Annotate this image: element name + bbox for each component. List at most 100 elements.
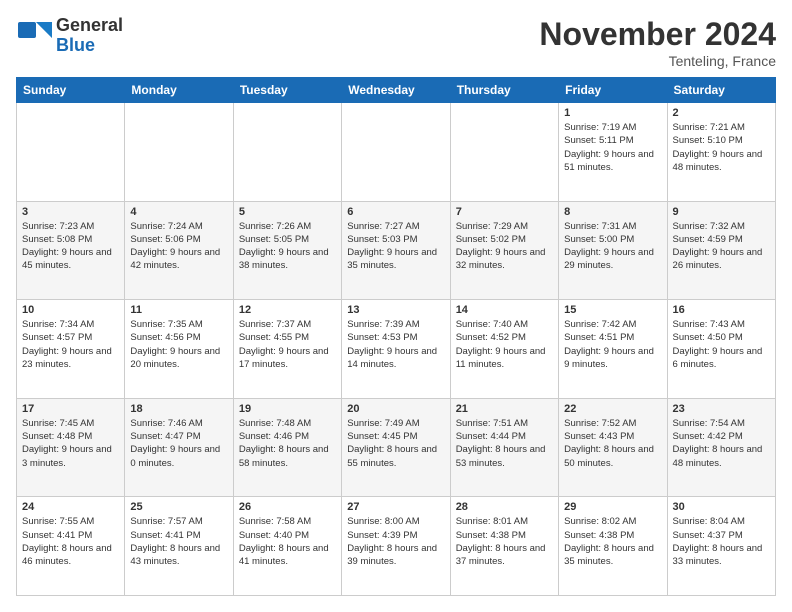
day-info: Sunrise: 7:43 AM Sunset: 4:50 PM Dayligh… — [673, 318, 770, 371]
calendar-cell — [125, 103, 233, 202]
calendar-cell: 15 Sunrise: 7:42 AM Sunset: 4:51 PM Dayli… — [559, 300, 667, 399]
logo-general-text: General — [56, 16, 123, 36]
day-info: Sunrise: 7:54 AM Sunset: 4:42 PM Dayligh… — [673, 417, 770, 470]
day-number: 23 — [673, 403, 770, 415]
calendar-cell: 1Sunrise: 7:19 AM Sunset: 5:11 PM Daylig… — [559, 103, 667, 202]
col-monday: Monday — [125, 78, 233, 103]
logo-icon — [16, 18, 52, 54]
calendar-cell: 12Sunrise: 7:37 AM Sunset: 4:55 PM Dayli… — [233, 300, 341, 399]
logo-text: General Blue — [56, 16, 123, 56]
calendar-cell: 2 Sunrise: 7:21 AM Sunset: 5:10 PM Daylig… — [667, 103, 775, 202]
calendar-header-row: Sunday Monday Tuesday Wednesday Thursday… — [17, 78, 776, 103]
month-title: November 2024 — [539, 16, 776, 53]
col-saturday: Saturday — [667, 78, 775, 103]
day-info: Sunrise: 7:49 AM Sunset: 4:45 PM Dayligh… — [347, 417, 444, 470]
day-number: 6 — [347, 206, 444, 218]
calendar-cell: 5 Sunrise: 7:26 AM Sunset: 5:05 PM Daylig… — [233, 201, 341, 300]
day-number: 5 — [239, 206, 336, 218]
calendar-week-4: 17Sunrise: 7:45 AM Sunset: 4:48 PM Dayli… — [17, 398, 776, 497]
col-thursday: Thursday — [450, 78, 558, 103]
day-number: 1 — [564, 107, 661, 119]
day-number: 9 — [673, 206, 770, 218]
calendar-cell: 7 Sunrise: 7:29 AM Sunset: 5:02 PM Daylig… — [450, 201, 558, 300]
col-tuesday: Tuesday — [233, 78, 341, 103]
calendar-cell: 26 Sunrise: 7:58 AM Sunset: 4:40 PM Dayli… — [233, 497, 341, 596]
day-info: Sunrise: 7:23 AM Sunset: 5:08 PM Dayligh… — [22, 220, 119, 273]
day-info: Sunrise: 7:51 AM Sunset: 4:44 PM Dayligh… — [456, 417, 553, 470]
day-info: Sunrise: 7:27 AM Sunset: 5:03 PM Dayligh… — [347, 220, 444, 273]
day-info: Sunrise: 7:55 AM Sunset: 4:41 PM Dayligh… — [22, 515, 119, 568]
calendar-cell — [342, 103, 450, 202]
calendar-cell: 19Sunrise: 7:48 AM Sunset: 4:46 PM Dayli… — [233, 398, 341, 497]
calendar-cell: 23 Sunrise: 7:54 AM Sunset: 4:42 PM Dayli… — [667, 398, 775, 497]
calendar: Sunday Monday Tuesday Wednesday Thursday… — [16, 77, 776, 596]
calendar-cell: 27Sunrise: 8:00 AM Sunset: 4:39 PM Dayli… — [342, 497, 450, 596]
calendar-cell: 18 Sunrise: 7:46 AM Sunset: 4:47 PM Dayli… — [125, 398, 233, 497]
calendar-cell — [450, 103, 558, 202]
day-number: 18 — [130, 403, 227, 415]
day-info: Sunrise: 8:00 AM Sunset: 4:39 PM Dayligh… — [347, 515, 444, 568]
day-number: 14 — [456, 304, 553, 316]
day-number: 8 — [564, 206, 661, 218]
calendar-cell: 13 Sunrise: 7:39 AM Sunset: 4:53 PM Dayli… — [342, 300, 450, 399]
day-number: 29 — [564, 501, 661, 513]
page: General Blue November 2024 Tenteling, Fr… — [0, 0, 792, 612]
calendar-cell: 21 Sunrise: 7:51 AM Sunset: 4:44 PM Dayli… — [450, 398, 558, 497]
calendar-cell: 9Sunrise: 7:32 AM Sunset: 4:59 PM Daylig… — [667, 201, 775, 300]
logo-blue-text: Blue — [56, 36, 123, 56]
calendar-cell: 16 Sunrise: 7:43 AM Sunset: 4:50 PM Dayli… — [667, 300, 775, 399]
day-number: 17 — [22, 403, 119, 415]
calendar-cell: 28Sunrise: 8:01 AM Sunset: 4:38 PM Dayli… — [450, 497, 558, 596]
day-info: Sunrise: 7:37 AM Sunset: 4:55 PM Dayligh… — [239, 318, 336, 371]
day-number: 20 — [347, 403, 444, 415]
calendar-cell: 29 Sunrise: 8:02 AM Sunset: 4:38 PM Dayli… — [559, 497, 667, 596]
calendar-cell: 8 Sunrise: 7:31 AM Sunset: 5:00 PM Daylig… — [559, 201, 667, 300]
day-number: 2 — [673, 107, 770, 119]
day-info: Sunrise: 7:39 AM Sunset: 4:53 PM Dayligh… — [347, 318, 444, 371]
calendar-cell: 11 Sunrise: 7:35 AM Sunset: 4:56 PM Dayli… — [125, 300, 233, 399]
day-number: 15 — [564, 304, 661, 316]
calendar-week-2: 3 Sunrise: 7:23 AM Sunset: 5:08 PM Daylig… — [17, 201, 776, 300]
day-info: Sunrise: 7:21 AM Sunset: 5:10 PM Dayligh… — [673, 121, 770, 174]
header: General Blue November 2024 Tenteling, Fr… — [16, 16, 776, 69]
day-info: Sunrise: 7:42 AM Sunset: 4:51 PM Dayligh… — [564, 318, 661, 371]
day-number: 11 — [130, 304, 227, 316]
calendar-cell: 10 Sunrise: 7:34 AM Sunset: 4:57 PM Dayli… — [17, 300, 125, 399]
calendar-cell — [17, 103, 125, 202]
day-number: 7 — [456, 206, 553, 218]
calendar-cell — [233, 103, 341, 202]
day-info: Sunrise: 7:57 AM Sunset: 4:41 PM Dayligh… — [130, 515, 227, 568]
col-wednesday: Wednesday — [342, 78, 450, 103]
calendar-week-3: 10 Sunrise: 7:34 AM Sunset: 4:57 PM Dayli… — [17, 300, 776, 399]
calendar-cell: 3 Sunrise: 7:23 AM Sunset: 5:08 PM Daylig… — [17, 201, 125, 300]
day-info: Sunrise: 7:58 AM Sunset: 4:40 PM Dayligh… — [239, 515, 336, 568]
calendar-cell: 20 Sunrise: 7:49 AM Sunset: 4:45 PM Dayli… — [342, 398, 450, 497]
calendar-cell: 30 Sunrise: 8:04 AM Sunset: 4:37 PM Dayli… — [667, 497, 775, 596]
day-info: Sunrise: 7:35 AM Sunset: 4:56 PM Dayligh… — [130, 318, 227, 371]
day-info: Sunrise: 8:04 AM Sunset: 4:37 PM Dayligh… — [673, 515, 770, 568]
day-info: Sunrise: 7:40 AM Sunset: 4:52 PM Dayligh… — [456, 318, 553, 371]
day-number: 22 — [564, 403, 661, 415]
day-number: 26 — [239, 501, 336, 513]
day-number: 28 — [456, 501, 553, 513]
day-info: Sunrise: 7:24 AM Sunset: 5:06 PM Dayligh… — [130, 220, 227, 273]
calendar-cell: 6 Sunrise: 7:27 AM Sunset: 5:03 PM Daylig… — [342, 201, 450, 300]
calendar-week-1: 1Sunrise: 7:19 AM Sunset: 5:11 PM Daylig… — [17, 103, 776, 202]
day-info: Sunrise: 7:52 AM Sunset: 4:43 PM Dayligh… — [564, 417, 661, 470]
day-info: Sunrise: 7:29 AM Sunset: 5:02 PM Dayligh… — [456, 220, 553, 273]
day-info: Sunrise: 7:26 AM Sunset: 5:05 PM Dayligh… — [239, 220, 336, 273]
day-number: 16 — [673, 304, 770, 316]
day-number: 13 — [347, 304, 444, 316]
col-friday: Friday — [559, 78, 667, 103]
day-info: Sunrise: 7:34 AM Sunset: 4:57 PM Dayligh… — [22, 318, 119, 371]
day-info: Sunrise: 7:31 AM Sunset: 5:00 PM Dayligh… — [564, 220, 661, 273]
day-number: 30 — [673, 501, 770, 513]
day-info: Sunrise: 7:46 AM Sunset: 4:47 PM Dayligh… — [130, 417, 227, 470]
calendar-cell: 25Sunrise: 7:57 AM Sunset: 4:41 PM Dayli… — [125, 497, 233, 596]
calendar-week-5: 24Sunrise: 7:55 AM Sunset: 4:41 PM Dayli… — [17, 497, 776, 596]
day-number: 21 — [456, 403, 553, 415]
day-info: Sunrise: 8:02 AM Sunset: 4:38 PM Dayligh… — [564, 515, 661, 568]
day-number: 10 — [22, 304, 119, 316]
day-number: 3 — [22, 206, 119, 218]
title-block: November 2024 Tenteling, France — [539, 16, 776, 69]
